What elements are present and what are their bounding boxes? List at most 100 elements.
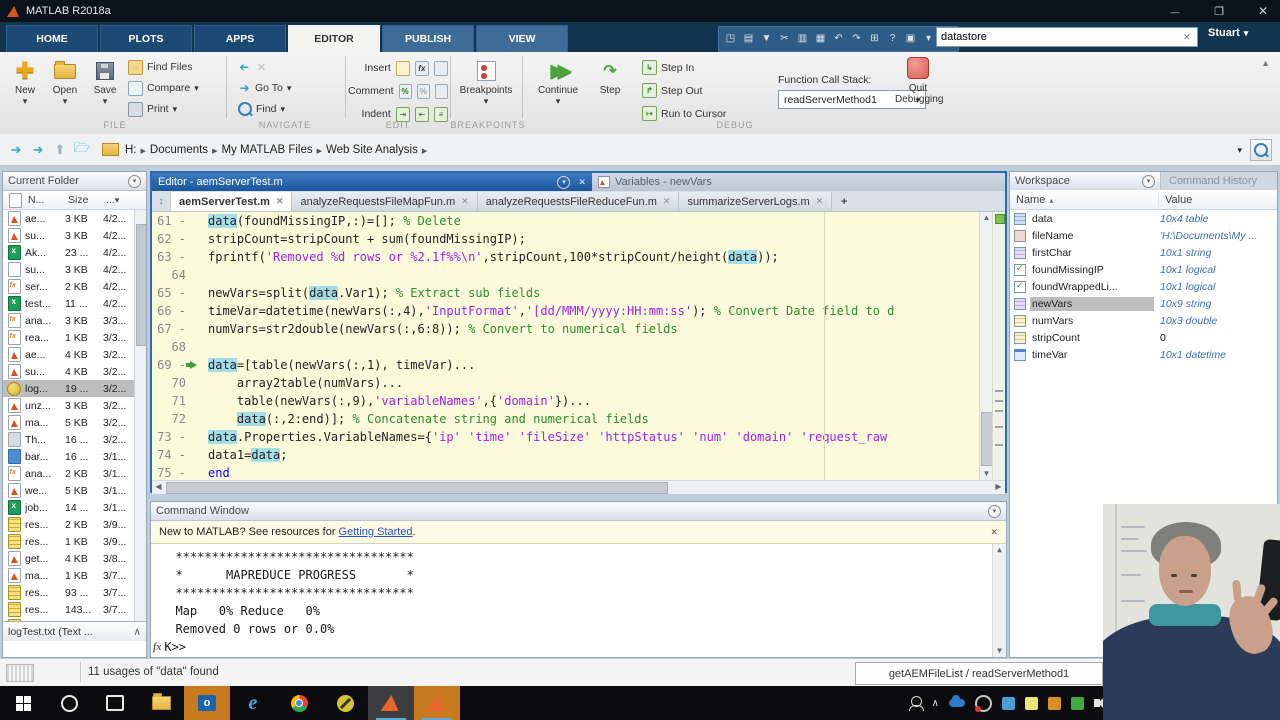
file-row[interactable]: res...2 KB3/9... <box>3 516 146 533</box>
workspace-variable-row[interactable]: stripCount0 <box>1010 329 1277 346</box>
file-row[interactable]: get...4 KB3/8... <box>3 550 146 567</box>
workspace-variable-row[interactable]: numVars10x3 double <box>1010 312 1277 329</box>
tab-close-icon[interactable]: ✕ <box>663 196 671 207</box>
file-row[interactable]: ser...2 KB4/2... <box>3 278 146 295</box>
file-row[interactable]: rea...1 KB3/3... <box>3 329 146 346</box>
tray-volume-icon[interactable] <box>1094 699 1100 707</box>
taskbar-matlab-alert-icon[interactable] <box>414 686 460 720</box>
new-tab-button[interactable]: + <box>832 192 856 211</box>
save-icon[interactable]: ▼ <box>759 31 774 47</box>
minimize-button[interactable] <box>1166 4 1184 18</box>
help-icon[interactable]: ? <box>885 31 900 47</box>
print-button[interactable]: Print <box>128 101 224 117</box>
variables-pane-tab[interactable]: Variables - newVars <box>592 173 854 191</box>
editor-menu-icon[interactable] <box>557 176 570 189</box>
nav-back-icon[interactable]: ➜ <box>8 142 24 158</box>
copy-icon[interactable]: ▥ <box>795 31 810 47</box>
undo-icon[interactable]: ↶ <box>831 31 846 47</box>
workspace-variable-row[interactable]: foundWrappedLi...10x1 logical <box>1010 278 1277 295</box>
insert-function-icon[interactable] <box>415 61 429 76</box>
toolstrip-tab-home[interactable]: HOME <box>6 25 98 52</box>
file-row[interactable]: res...93 ...3/7... <box>3 584 146 601</box>
search-clear-icon[interactable] <box>1183 32 1197 43</box>
step-in-button[interactable]: Step In <box>642 59 694 76</box>
file-row[interactable]: su...3 KB4/2... <box>3 261 146 278</box>
breadcrumb-segment[interactable]: Web Site Analysis <box>326 144 418 156</box>
workspace-menu-icon[interactable] <box>1142 175 1155 188</box>
file-row[interactable]: log...19 ...3/2... <box>3 380 146 397</box>
document-tab[interactable]: analyzeRequestsFileReduceFun.m✕ <box>478 192 680 211</box>
file-row[interactable]: ma...1 KB3/7... <box>3 567 146 584</box>
scroll-left-icon[interactable]: ◀ <box>152 481 165 493</box>
file-row[interactable]: bar...16 ...3/1... <box>3 448 146 465</box>
command-window-output[interactable]: ********************************* * MAPR… <box>151 544 1006 657</box>
editor-vertical-scrollbar[interactable]: ▲ ▼ <box>979 212 993 480</box>
tab-close-icon[interactable]: ✕ <box>816 196 824 207</box>
file-row[interactable]: job...14 ...3/1... <box>3 499 146 516</box>
breadcrumb-segment[interactable]: Documents <box>150 144 208 156</box>
taskbar-search-icon[interactable] <box>46 686 92 720</box>
tray-app-orange-icon[interactable] <box>1048 697 1061 710</box>
redo-icon[interactable]: ↷ <box>849 31 864 47</box>
step-out-button[interactable]: Step Out <box>642 82 702 99</box>
toolstrip-tab-editor[interactable]: EDITOR <box>288 25 380 52</box>
document-tab[interactable]: aemServerTest.m✕ <box>171 192 292 211</box>
editor-pane-titlebar[interactable]: Editor - aemServerTest.m <box>152 173 592 191</box>
folder-column-headers[interactable]: N... Size ... <box>3 191 146 210</box>
tray-camtasia-wheel-icon[interactable] <box>975 695 992 712</box>
workspace-column-headers[interactable]: Name Value <box>1010 190 1277 210</box>
tray-app-yellow-icon[interactable] <box>1025 697 1038 710</box>
code-editor[interactable]: 61 -data(foundMissingIP,:)=[]; % Delete6… <box>152 212 1005 480</box>
ribbon-collapse-button[interactable]: ▲ <box>1261 58 1270 68</box>
editor-dock-icon[interactable] <box>152 192 171 211</box>
command-window-menu-icon[interactable] <box>988 505 1001 518</box>
taskbar-outlook-icon[interactable]: o <box>184 686 230 720</box>
search-input[interactable] <box>937 31 1183 43</box>
workspace-variable-row[interactable]: data10x4 table <box>1010 210 1277 227</box>
command-history-tab[interactable]: Command History <box>1161 172 1277 190</box>
file-row[interactable]: ana...3 KB3/3... <box>3 312 146 329</box>
community-icon[interactable]: ▣ <box>903 31 918 47</box>
taskbar-chrome-icon[interactable] <box>276 686 322 720</box>
workspace-variable-row[interactable]: fileName'H:\Documents\My ... <box>1010 227 1277 244</box>
tray-app-green-icon[interactable] <box>1071 697 1084 710</box>
file-row[interactable]: we...5 KB3/1... <box>3 482 146 499</box>
dropdown-icon[interactable]: ▾ <box>921 31 936 47</box>
hscroll-thumb[interactable] <box>166 482 668 494</box>
file-row[interactable]: ae...3 KB4/2... <box>3 210 146 227</box>
breakpoints-button[interactable]: Breakpoints <box>458 57 514 117</box>
tray-contacts-icon[interactable] <box>911 698 922 709</box>
taskbar-screen-recorder-icon[interactable] <box>322 686 368 720</box>
step-button[interactable]: ↷ Step <box>590 57 630 117</box>
file-row[interactable]: res...143...3/7... <box>3 601 146 618</box>
editor-close-icon[interactable] <box>578 176 586 188</box>
tab-close-icon[interactable]: ✕ <box>276 196 284 207</box>
switch-windows-icon[interactable]: ⊞ <box>867 31 882 47</box>
uncomment-icon[interactable] <box>435 84 448 99</box>
taskbar-start-icon[interactable] <box>0 686 46 720</box>
comment-block-icon[interactable] <box>417 84 430 99</box>
collapse-detail-icon[interactable]: ∧ <box>133 626 141 638</box>
open-button[interactable]: Open <box>46 57 84 117</box>
new-button[interactable]: ✚ New <box>6 57 44 117</box>
command-window-scrollbar[interactable]: ▲ ▼ <box>992 544 1006 657</box>
folder-up-icon[interactable]: ⬆ <box>52 142 68 158</box>
file-row[interactable]: ana...2 KB3/1... <box>3 465 146 482</box>
save-button[interactable]: Save <box>86 57 124 117</box>
find-button[interactable]: Find <box>238 101 334 117</box>
tray-app-blue-icon[interactable] <box>1002 697 1015 710</box>
toolstrip-tab-apps[interactable]: APPS <box>194 25 286 52</box>
comment-icon[interactable] <box>399 84 412 99</box>
file-row[interactable]: su...4 KB3/2... <box>3 363 146 380</box>
workspace-variable-row[interactable]: newVars10x9 string <box>1010 295 1277 312</box>
cut-icon[interactable]: ✂ <box>777 31 792 47</box>
workspace-variable-row[interactable]: timeVar10x1 datetime <box>1010 346 1277 363</box>
getting-started-link[interactable]: Getting Started <box>339 526 413 538</box>
workspace-tab[interactable]: Workspace <box>1010 172 1161 190</box>
toolstrip-tab-view[interactable]: VIEW <box>476 25 568 52</box>
paste-icon[interactable]: ▦ <box>813 31 828 47</box>
file-row[interactable]: Ak...23 ...4/2... <box>3 244 146 261</box>
close-button[interactable] <box>1254 4 1272 18</box>
tray-chevron-up-icon[interactable] <box>932 697 939 709</box>
goto-button[interactable]: Go To <box>238 80 334 96</box>
